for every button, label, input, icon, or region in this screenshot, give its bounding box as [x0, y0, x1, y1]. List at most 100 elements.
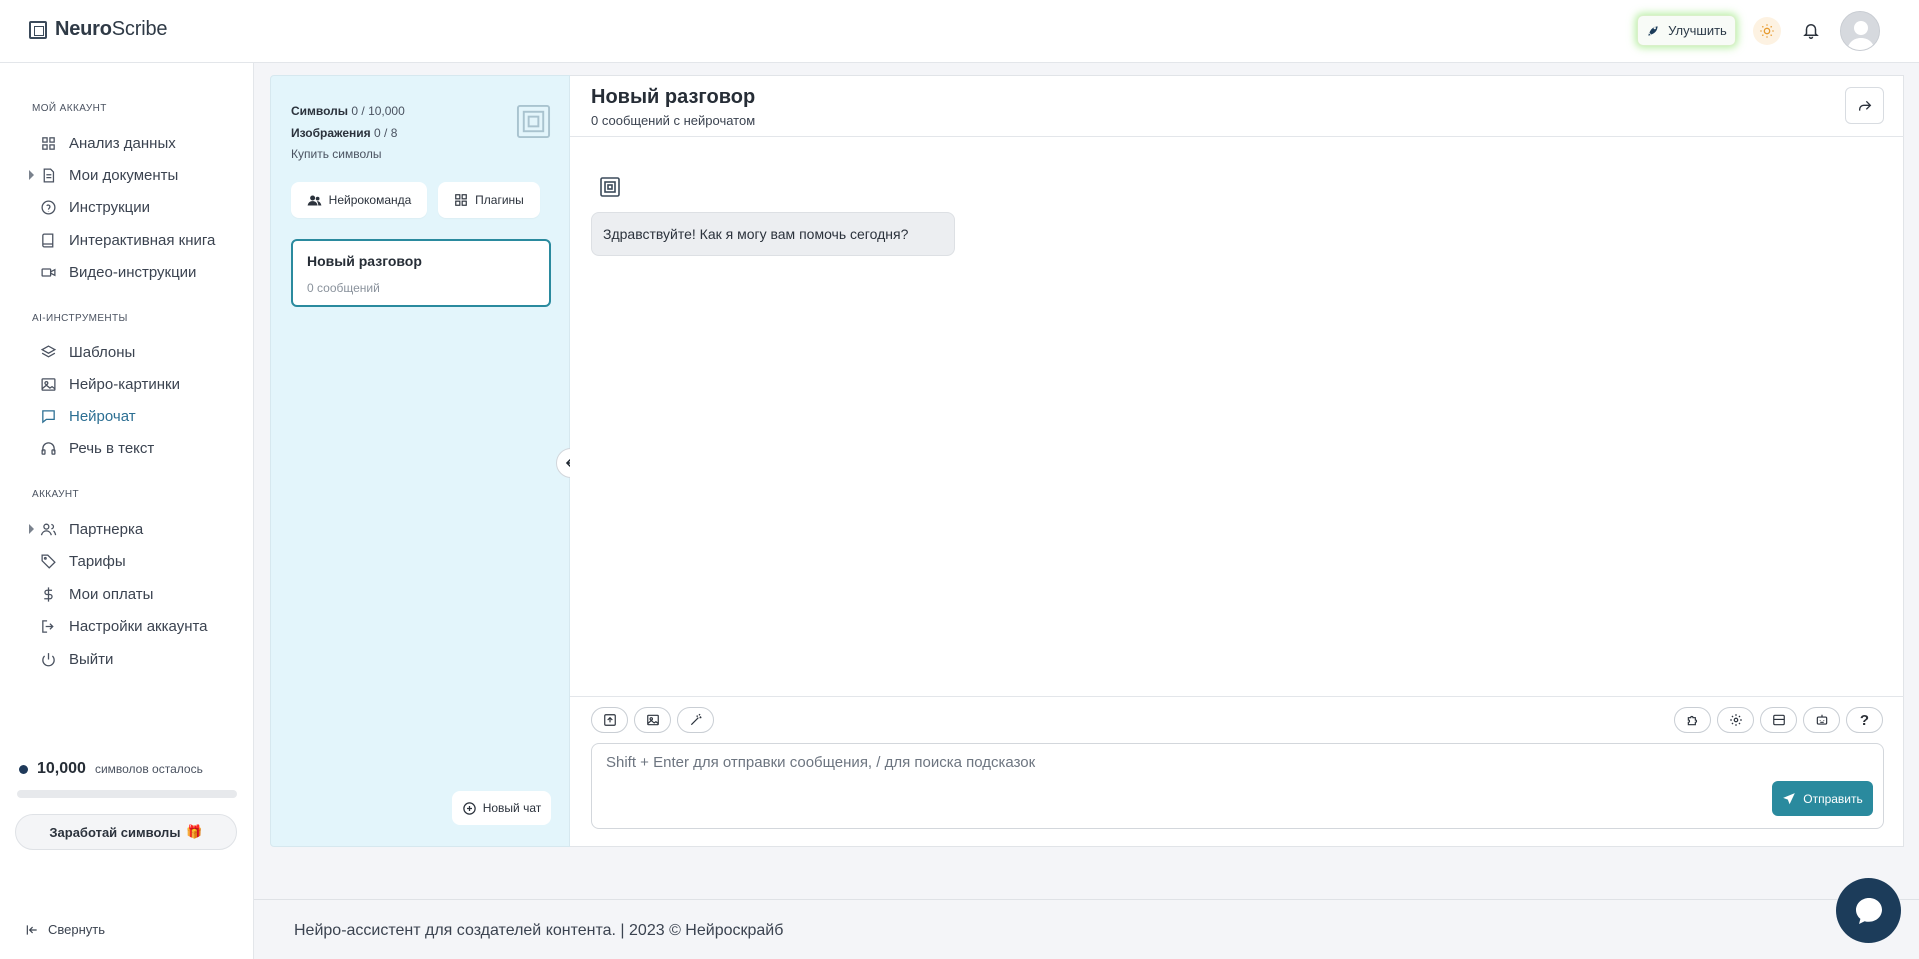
sidebar-item-label: Нейрочат: [69, 407, 136, 425]
image-icon: [646, 714, 659, 726]
neuroteam-button[interactable]: Нейрокоманда: [291, 182, 427, 218]
share-icon: [1858, 100, 1871, 111]
upload-image-button[interactable]: [634, 707, 671, 733]
plus-circle-icon: [462, 801, 476, 815]
logo-text: NeuroScribe: [55, 18, 168, 40]
buy-symbols-link[interactable]: Купить символы: [291, 147, 382, 161]
new-chat-button[interactable]: Новый чат: [452, 791, 551, 825]
chat-main: Новый разговор 0 сообщений с нейрочатом …: [570, 75, 1904, 847]
power-icon: [42, 652, 55, 666]
send-label: Отправить: [1803, 791, 1863, 806]
collapse-label: Свернуть: [48, 922, 106, 937]
sidebar-item-data-analysis[interactable]: Анализ данных: [40, 131, 176, 155]
collapse-left-icon: [26, 924, 37, 935]
settings-button[interactable]: [1717, 707, 1754, 733]
sidebar-item-documents[interactable]: Мои документы: [40, 163, 178, 187]
sidebar-item-tariffs[interactable]: Тарифы: [40, 549, 126, 573]
puzzle-icon: [1687, 715, 1697, 726]
magic-wand-icon: [690, 713, 702, 726]
upload-file-button[interactable]: [591, 707, 628, 733]
magic-wand-button[interactable]: [677, 707, 714, 733]
chat-bubble-icon: [1855, 897, 1882, 924]
chat-header-divider: [570, 136, 1904, 137]
tag-icon: [41, 553, 56, 569]
conversation-item[interactable]: Новый разговор 0 сообщений: [291, 239, 551, 307]
sidebar-item-payments[interactable]: Мои оплаты: [40, 582, 153, 606]
sidebar-item-neurochat[interactable]: Нейрочат: [40, 404, 136, 428]
sidebar-item-partners[interactable]: Партнерка: [40, 517, 143, 541]
help-icon: ?: [1859, 711, 1870, 729]
grid-icon: [42, 136, 55, 150]
sidebar-section-account: АККАУНТ: [32, 489, 80, 500]
upgrade-label: Улучшить: [1668, 23, 1727, 38]
credits-label: символов осталось: [94, 762, 203, 776]
sidebar-item-interactive-book[interactable]: Интерактивная книга: [40, 228, 215, 252]
expand-caret-icon[interactable]: [29, 170, 34, 180]
theme-toggle[interactable]: [1753, 17, 1781, 45]
notifications-button[interactable]: [1800, 18, 1822, 42]
sidebar-item-video-instructions[interactable]: Видео-инструкции: [40, 260, 196, 284]
plugins-label: Плагины: [475, 193, 524, 207]
conversation-count: 0 сообщений: [307, 281, 380, 295]
earn-label: Заработай символы: [49, 824, 181, 840]
expand-caret-icon[interactable]: [29, 524, 34, 534]
plugins-grid-icon: [455, 194, 468, 206]
footer: Нейро-ассистент для создателей контента.…: [254, 899, 1919, 959]
plugins-button[interactable]: Плагины: [438, 182, 540, 218]
sidebar-item-logout[interactable]: Выйти: [40, 647, 113, 671]
sidebar-item-label: Анализ данных: [69, 134, 176, 152]
images-stat: Изображения 0 / 8: [291, 126, 398, 140]
sidebar-item-label: Видео-инструкции: [69, 263, 197, 281]
avatar[interactable]: [1840, 11, 1880, 51]
toolbar-divider: [570, 696, 1904, 697]
document-icon: [43, 167, 55, 183]
users-icon: [40, 523, 57, 535]
credits-remaining: 10,000 символов осталось: [19, 760, 203, 778]
sidebar-item-instructions[interactable]: Инструкции: [40, 195, 150, 219]
conversation-title: Новый разговор: [307, 253, 422, 269]
team-icon: [307, 195, 322, 205]
footer-text: Нейро-ассистент для создателей контента.…: [294, 922, 784, 939]
top-header: NeuroScribe Улучшить: [0, 0, 1919, 63]
help-circle-icon: [41, 199, 56, 215]
support-chat-button[interactable]: [1836, 878, 1901, 943]
sidebar-item-label: Выйти: [69, 650, 114, 668]
robot-icon: [1816, 714, 1827, 725]
sidebar-item-templates[interactable]: Шаблоны: [40, 340, 135, 364]
send-button[interactable]: Отправить: [1772, 781, 1873, 816]
symbols-stat: Символы 0 / 10,000: [291, 104, 405, 118]
panel-icon: [1772, 714, 1785, 726]
message-input[interactable]: [606, 754, 1756, 784]
brand-logo-icon: [516, 104, 551, 139]
gift-icon: 🎁: [186, 824, 203, 839]
headphones-icon: [41, 441, 56, 455]
bot-avatar-icon: [600, 177, 620, 197]
sun-icon: [1760, 24, 1774, 38]
video-icon: [41, 267, 56, 277]
sidebar-section-ai-tools: AI-ИНСТРУМЕНТЫ: [32, 313, 128, 324]
sidebar-item-speech-to-text[interactable]: Речь в текст: [40, 436, 154, 460]
rocket-icon: [1648, 25, 1658, 36]
credits-value: 10,000: [37, 760, 86, 777]
chat-icon: [42, 409, 55, 423]
plugin-button[interactable]: [1674, 707, 1711, 733]
bot-button[interactable]: [1803, 707, 1840, 733]
dollar-icon: [44, 586, 53, 602]
collapse-sidebar-button[interactable]: Свернуть: [25, 922, 105, 937]
credits-dot: [19, 764, 28, 774]
new-chat-label: Новый чат: [482, 801, 542, 815]
sidebar-item-label: Шаблоны: [69, 343, 136, 361]
help-button[interactable]: ?: [1846, 707, 1883, 733]
share-button[interactable]: [1845, 87, 1884, 124]
sidebar-item-neuro-images[interactable]: Нейро-картинки: [40, 372, 180, 396]
assistant-message: Здравствуйте! Как я могу вам помочь сего…: [591, 212, 955, 256]
logout-arrow-icon: [42, 619, 54, 633]
app-logo[interactable]: NeuroScribe: [29, 18, 167, 41]
sidebar-item-account-settings[interactable]: Настройки аккаунта: [40, 614, 208, 638]
send-icon: [1783, 792, 1796, 804]
sidebar-item-label: Мои документы: [69, 166, 179, 184]
earn-symbols-button[interactable]: Заработай символы 🎁: [15, 814, 237, 850]
chat-subtitle: 0 сообщений с нейрочатом: [591, 113, 756, 128]
upgrade-button[interactable]: Улучшить: [1637, 15, 1736, 46]
templates-button[interactable]: [1760, 707, 1797, 733]
